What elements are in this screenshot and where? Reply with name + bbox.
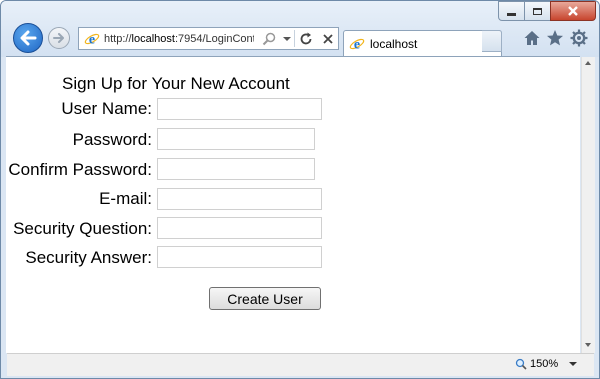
address-bar[interactable]: e http://localhost:7954/LoginContro xyxy=(78,27,339,50)
security-question-input[interactable] xyxy=(157,217,322,239)
refresh-icon[interactable] xyxy=(296,28,316,49)
status-bar: 150% xyxy=(7,353,594,376)
vertical-scrollbar[interactable] xyxy=(581,57,595,353)
tab-localhost[interactable]: e localhost xyxy=(343,30,502,57)
username-label: User Name: xyxy=(61,99,152,118)
forward-button[interactable] xyxy=(48,27,70,49)
zoom-dropdown-icon[interactable] xyxy=(569,362,577,366)
favorites-star-icon[interactable] xyxy=(546,29,564,47)
confirm-password-label: Confirm Password: xyxy=(8,160,152,179)
email-label: E-mail: xyxy=(99,189,152,208)
back-button[interactable] xyxy=(13,23,43,53)
username-input[interactable] xyxy=(157,98,322,120)
form-title: Sign Up for Your New Account xyxy=(62,74,290,93)
ie-logo-icon: e xyxy=(349,38,365,53)
minimize-icon xyxy=(507,12,516,16)
stop-icon[interactable] xyxy=(318,28,338,49)
close-button[interactable] xyxy=(550,1,596,21)
security-question-label: Security Question: xyxy=(13,219,152,238)
svg-text:e: e xyxy=(354,38,360,53)
maximize-button[interactable] xyxy=(524,1,551,21)
new-tab-button[interactable] xyxy=(482,30,502,52)
close-icon xyxy=(568,6,578,16)
home-icon[interactable] xyxy=(523,29,541,47)
magnifier-icon xyxy=(515,358,527,370)
password-label: Password: xyxy=(72,130,152,149)
email-input[interactable] xyxy=(157,188,322,210)
tab-title: localhost xyxy=(370,37,418,51)
forward-arrow-icon xyxy=(53,33,64,43)
zoom-control[interactable]: 150% xyxy=(515,358,558,370)
scroll-down-arrow[interactable] xyxy=(585,343,591,347)
settings-gear-icon[interactable] xyxy=(570,29,588,47)
dropdown-icon[interactable] xyxy=(281,28,293,49)
scroll-up-arrow[interactable] xyxy=(585,61,591,65)
svg-text:e: e xyxy=(89,32,95,47)
back-arrow-icon xyxy=(20,30,37,46)
title-bar: e http://localhost:7954/LoginContro e lo… xyxy=(1,1,599,57)
search-icon[interactable] xyxy=(261,28,277,49)
password-input[interactable] xyxy=(157,128,315,150)
ie-logo-icon: e xyxy=(84,32,100,47)
url-text: http://localhost:7954/LoginContro xyxy=(104,32,254,45)
confirm-password-input[interactable] xyxy=(157,158,315,180)
address-divider xyxy=(294,30,295,47)
maximize-icon xyxy=(533,7,542,15)
security-answer-label: Security Answer: xyxy=(25,248,152,267)
zoom-level: 150% xyxy=(530,358,559,370)
create-user-button[interactable]: Create User xyxy=(209,287,321,310)
minimize-button[interactable] xyxy=(498,1,525,21)
security-answer-input[interactable] xyxy=(157,246,322,268)
